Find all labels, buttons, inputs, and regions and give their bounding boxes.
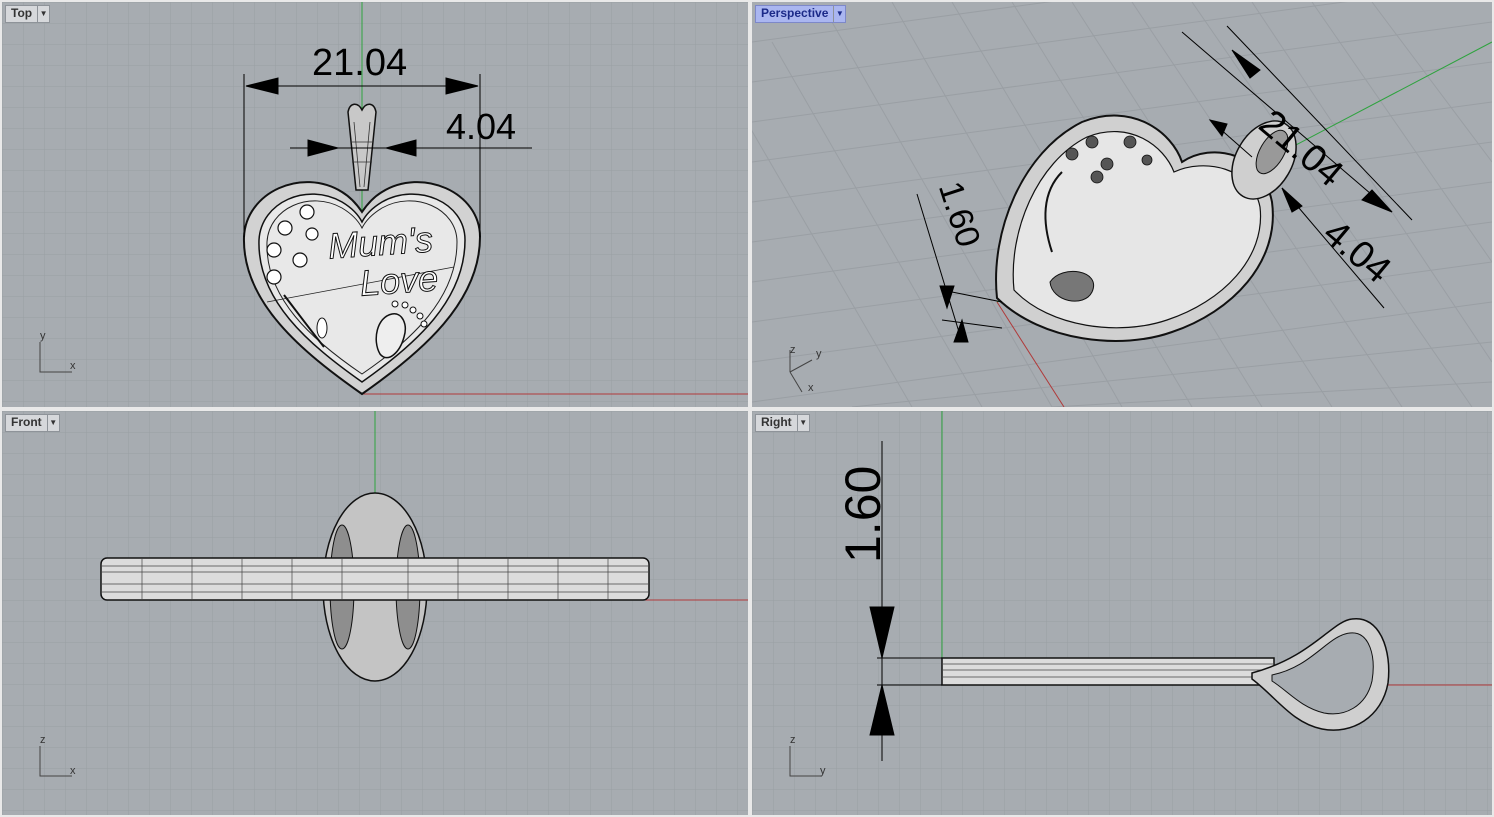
axis-label-x: x: [70, 765, 76, 777]
axis-label-x: x: [808, 382, 814, 394]
axis-label-y: y: [40, 330, 46, 342]
chevron-down-icon[interactable]: ▼: [796, 415, 809, 431]
viewport-top[interactable]: 21.04 4.04 Mum's Love y x Top ▼: [2, 2, 748, 407]
viewport-title-top[interactable]: Top ▼: [5, 5, 51, 23]
chevron-down-icon[interactable]: ▼: [37, 6, 49, 22]
axis-label-z: z: [790, 734, 796, 746]
viewport-title-front[interactable]: Front ▼: [5, 414, 60, 432]
chevron-down-icon[interactable]: ▼: [46, 415, 59, 431]
viewport-name: Front: [11, 415, 42, 429]
viewport-perspective[interactable]: 21.04 4.04 1.60 z y x Perspective ▼: [752, 2, 1492, 407]
perspective-viewport-canvas: [752, 2, 1492, 407]
axis-label-y: y: [816, 348, 822, 360]
axis-label-y: y: [820, 765, 826, 777]
pendant-slab-front: [100, 557, 650, 601]
dimension-bail-label: 4.04: [446, 106, 517, 147]
axis-label-z: z: [790, 344, 796, 356]
front-viewport-canvas: [2, 411, 748, 815]
viewport-title-perspective[interactable]: Perspective ▼: [755, 5, 847, 23]
axis-label-z: z: [40, 734, 46, 746]
viewport-title-right[interactable]: Right ▼: [755, 414, 810, 432]
axis-label-x: x: [70, 360, 76, 372]
viewport-right[interactable]: 1.60 z y Right ▼: [752, 411, 1492, 815]
viewport-front[interactable]: z x Front ▼: [2, 411, 748, 815]
viewport-name: Right: [761, 415, 792, 429]
viewport-name: Top: [11, 6, 33, 20]
viewport-splitter-horizontal[interactable]: [0, 407, 1494, 411]
pendant-slab-right: [941, 657, 1275, 686]
dimension-thickness-label: 1.60: [835, 465, 891, 563]
dimension-width-label: 21.04: [312, 42, 408, 84]
chevron-down-icon[interactable]: ▼: [833, 6, 845, 22]
viewport-name: Perspective: [761, 6, 829, 20]
engraved-text-line2: Love: [358, 257, 440, 304]
